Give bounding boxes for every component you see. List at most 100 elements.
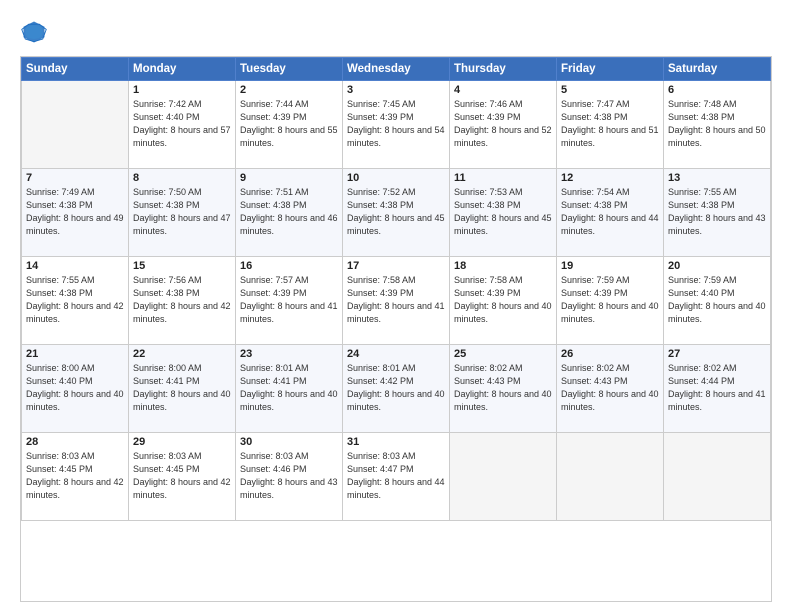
calendar-cell: 14 Sunrise: 7:55 AMSunset: 4:38 PMDayligh…	[22, 257, 129, 345]
day-number: 5	[561, 84, 659, 96]
calendar-cell: 28Sunrise: 8:03 AMSunset: 4:45 PMDayligh…	[22, 433, 129, 521]
day-info: Sunrise: 8:03 AMSunset: 4:46 PMDaylight:…	[240, 450, 338, 502]
calendar-cell: 24 Sunrise: 8:01 AMSunset: 4:42 PMDayligh…	[343, 345, 450, 433]
calendar-cell: 6 Sunrise: 7:48 AMSunset: 4:38 PMDaylight…	[664, 81, 771, 169]
calendar-cell: 18Sunrise: 7:58 AMSunset: 4:39 PMDayligh…	[450, 257, 557, 345]
day-number: 17	[347, 260, 445, 272]
day-info: Sunrise: 7:56 AMSunset: 4:38 PMDaylight:…	[133, 274, 231, 326]
header-day-thursday: Thursday	[450, 58, 557, 81]
calendar-cell: 20 Sunrise: 7:59 AMSunset: 4:40 PMDayligh…	[664, 257, 771, 345]
day-info: Sunrise: 7:55 AMSunset: 4:38 PMDaylight:…	[26, 274, 124, 326]
calendar-week-4: 21 Sunrise: 8:00 AMSunset: 4:40 PMDayligh…	[22, 345, 771, 433]
day-info: Sunrise: 8:02 AMSunset: 4:44 PMDaylight:…	[668, 362, 766, 414]
day-info: Sunrise: 7:59 AMSunset: 4:40 PMDaylight:…	[668, 274, 766, 326]
day-info: Sunrise: 7:52 AMSunset: 4:38 PMDaylight:…	[347, 186, 445, 238]
calendar-week-1: 1Sunrise: 7:42 AMSunset: 4:40 PMDaylight…	[22, 81, 771, 169]
calendar-cell: 3 Sunrise: 7:45 AMSunset: 4:39 PMDaylight…	[343, 81, 450, 169]
logo-icon	[20, 18, 48, 46]
calendar-cell: 25 Sunrise: 8:02 AMSunset: 4:43 PMDayligh…	[450, 345, 557, 433]
day-info: Sunrise: 7:48 AMSunset: 4:38 PMDaylight:…	[668, 98, 766, 150]
calendar-cell: 1Sunrise: 7:42 AMSunset: 4:40 PMDaylight…	[129, 81, 236, 169]
day-info: Sunrise: 8:02 AMSunset: 4:43 PMDaylight:…	[561, 362, 659, 414]
day-info: Sunrise: 7:54 AMSunset: 4:38 PMDaylight:…	[561, 186, 659, 238]
day-number: 8	[133, 172, 231, 184]
day-number: 11	[454, 172, 552, 184]
calendar-cell: 26 Sunrise: 8:02 AMSunset: 4:43 PMDayligh…	[557, 345, 664, 433]
day-number: 19	[561, 260, 659, 272]
day-number: 10	[347, 172, 445, 184]
day-info: Sunrise: 7:45 AMSunset: 4:39 PMDaylight:…	[347, 98, 445, 150]
day-number: 25	[454, 348, 552, 360]
calendar-cell	[557, 433, 664, 521]
day-number: 4	[454, 84, 552, 96]
calendar-cell: 9Sunrise: 7:51 AMSunset: 4:38 PMDaylight…	[236, 169, 343, 257]
day-number: 31	[347, 436, 445, 448]
calendar-cell: 5 Sunrise: 7:47 AMSunset: 4:38 PMDaylight…	[557, 81, 664, 169]
header-day-monday: Monday	[129, 58, 236, 81]
day-number: 27	[668, 348, 766, 360]
day-number: 23	[240, 348, 338, 360]
calendar-cell: 23Sunrise: 8:01 AMSunset: 4:41 PMDayligh…	[236, 345, 343, 433]
calendar-cell	[450, 433, 557, 521]
day-info: Sunrise: 7:51 AMSunset: 4:38 PMDaylight:…	[240, 186, 338, 238]
calendar-cell: 2 Sunrise: 7:44 AMSunset: 4:39 PMDaylight…	[236, 81, 343, 169]
calendar-cell: 11 Sunrise: 7:53 AMSunset: 4:38 PMDayligh…	[450, 169, 557, 257]
day-info: Sunrise: 7:47 AMSunset: 4:38 PMDaylight:…	[561, 98, 659, 150]
day-number: 3	[347, 84, 445, 96]
day-number: 18	[454, 260, 552, 272]
calendar-cell: 27 Sunrise: 8:02 AMSunset: 4:44 PMDayligh…	[664, 345, 771, 433]
day-number: 20	[668, 260, 766, 272]
day-number: 6	[668, 84, 766, 96]
day-info: Sunrise: 7:42 AMSunset: 4:40 PMDaylight:…	[133, 98, 231, 150]
day-info: Sunrise: 7:59 AMSunset: 4:39 PMDaylight:…	[561, 274, 659, 326]
calendar-cell: 22Sunrise: 8:00 AMSunset: 4:41 PMDayligh…	[129, 345, 236, 433]
day-number: 29	[133, 436, 231, 448]
day-info: Sunrise: 7:44 AMSunset: 4:39 PMDaylight:…	[240, 98, 338, 150]
calendar-cell: 7 Sunrise: 7:49 AMSunset: 4:38 PMDaylight…	[22, 169, 129, 257]
calendar-cell: 13 Sunrise: 7:55 AMSunset: 4:38 PMDayligh…	[664, 169, 771, 257]
calendar-cell: 4 Sunrise: 7:46 AMSunset: 4:39 PMDaylight…	[450, 81, 557, 169]
header-day-tuesday: Tuesday	[236, 58, 343, 81]
calendar-cell: 8 Sunrise: 7:50 AMSunset: 4:38 PMDaylight…	[129, 169, 236, 257]
day-info: Sunrise: 7:46 AMSunset: 4:39 PMDaylight:…	[454, 98, 552, 150]
calendar-cell: 29Sunrise: 8:03 AMSunset: 4:45 PMDayligh…	[129, 433, 236, 521]
day-info: Sunrise: 7:50 AMSunset: 4:38 PMDaylight:…	[133, 186, 231, 238]
day-info: Sunrise: 8:02 AMSunset: 4:43 PMDaylight:…	[454, 362, 552, 414]
header-day-wednesday: Wednesday	[343, 58, 450, 81]
day-number: 21	[26, 348, 124, 360]
day-info: Sunrise: 8:03 AMSunset: 4:47 PMDaylight:…	[347, 450, 445, 502]
page: SundayMondayTuesdayWednesdayThursdayFrid…	[0, 0, 792, 612]
calendar-cell: 31 Sunrise: 8:03 AMSunset: 4:47 PMDayligh…	[343, 433, 450, 521]
calendar-cell: 12 Sunrise: 7:54 AMSunset: 4:38 PMDayligh…	[557, 169, 664, 257]
calendar-week-3: 14 Sunrise: 7:55 AMSunset: 4:38 PMDayligh…	[22, 257, 771, 345]
day-info: Sunrise: 8:01 AMSunset: 4:42 PMDaylight:…	[347, 362, 445, 414]
day-number: 13	[668, 172, 766, 184]
calendar-cell: 15 Sunrise: 7:56 AMSunset: 4:38 PMDayligh…	[129, 257, 236, 345]
day-number: 24	[347, 348, 445, 360]
calendar-week-2: 7 Sunrise: 7:49 AMSunset: 4:38 PMDaylight…	[22, 169, 771, 257]
calendar-cell: 21 Sunrise: 8:00 AMSunset: 4:40 PMDayligh…	[22, 345, 129, 433]
day-number: 16	[240, 260, 338, 272]
day-number: 26	[561, 348, 659, 360]
day-number: 12	[561, 172, 659, 184]
day-number: 14	[26, 260, 124, 272]
header-day-sunday: Sunday	[22, 58, 129, 81]
calendar-cell: 30 Sunrise: 8:03 AMSunset: 4:46 PMDayligh…	[236, 433, 343, 521]
day-info: Sunrise: 8:00 AMSunset: 4:41 PMDaylight:…	[133, 362, 231, 414]
header-day-saturday: Saturday	[664, 58, 771, 81]
day-number: 30	[240, 436, 338, 448]
day-number: 7	[26, 172, 124, 184]
calendar-week-5: 28Sunrise: 8:03 AMSunset: 4:45 PMDayligh…	[22, 433, 771, 521]
calendar-cell	[22, 81, 129, 169]
calendar-cell: 17Sunrise: 7:58 AMSunset: 4:39 PMDayligh…	[343, 257, 450, 345]
day-info: Sunrise: 7:53 AMSunset: 4:38 PMDaylight:…	[454, 186, 552, 238]
day-number: 2	[240, 84, 338, 96]
day-info: Sunrise: 7:55 AMSunset: 4:38 PMDaylight:…	[668, 186, 766, 238]
calendar-cell: 19 Sunrise: 7:59 AMSunset: 4:39 PMDayligh…	[557, 257, 664, 345]
day-number: 28	[26, 436, 124, 448]
day-info: Sunrise: 7:49 AMSunset: 4:38 PMDaylight:…	[26, 186, 124, 238]
calendar-cell	[664, 433, 771, 521]
calendar-cell: 10 Sunrise: 7:52 AMSunset: 4:38 PMDayligh…	[343, 169, 450, 257]
day-number: 15	[133, 260, 231, 272]
day-info: Sunrise: 8:00 AMSunset: 4:40 PMDaylight:…	[26, 362, 124, 414]
